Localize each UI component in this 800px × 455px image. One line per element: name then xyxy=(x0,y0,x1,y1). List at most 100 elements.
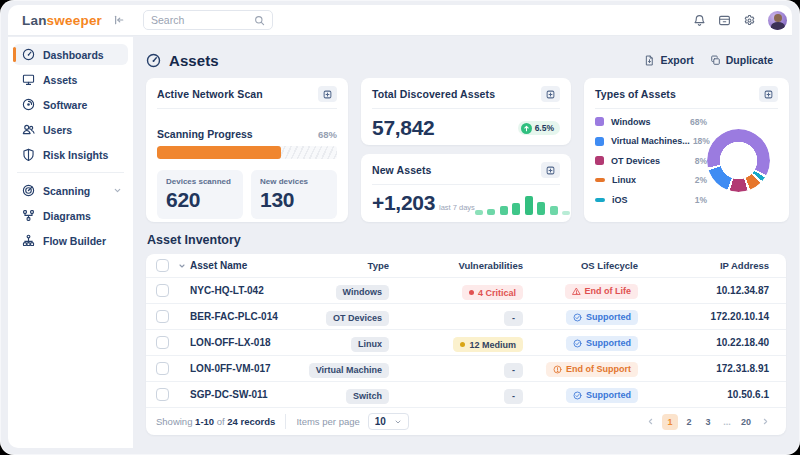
widget-add-icon xyxy=(546,90,555,99)
sidebar-item-flow-builder[interactable]: Flow Builder xyxy=(13,230,128,251)
severity-dot xyxy=(469,290,474,295)
arrow-up-icon xyxy=(521,123,532,134)
table-row[interactable]: BER-FAC-PLC-014OT Devices-Supported172.2… xyxy=(146,303,786,329)
next-page-button[interactable] xyxy=(757,417,774,426)
widget-add-icon xyxy=(546,166,555,175)
topbar: Lansweeper Search xyxy=(8,5,792,36)
mini-bar xyxy=(500,206,508,215)
type-badge: OT Devices xyxy=(326,311,389,326)
ip-address: 10.50.6.1 xyxy=(638,389,769,400)
legend-item: Virtual Machines...18% xyxy=(595,136,707,146)
select-all-checkbox[interactable] xyxy=(156,259,169,272)
row-checkbox[interactable] xyxy=(156,362,169,375)
sidebar-divider xyxy=(17,172,124,173)
legend-swatch xyxy=(595,156,604,165)
export-button[interactable]: Export xyxy=(644,54,693,66)
legend-item: Linux2% xyxy=(595,175,707,185)
check-circle-icon xyxy=(573,313,582,322)
severity-dot xyxy=(460,342,465,347)
row-checkbox[interactable] xyxy=(156,336,169,349)
row-checkbox[interactable] xyxy=(156,310,169,323)
page-title: Assets xyxy=(146,52,219,69)
mini-bar-chart xyxy=(475,193,571,215)
table-row[interactable]: LON-OFF-LX-018Linux12 MediumSupported10.… xyxy=(146,329,786,355)
asset-name: NYC-HQ-LT-042 xyxy=(178,285,298,296)
mini-bar xyxy=(537,202,545,215)
ip-address: 172.20.10.14 xyxy=(638,311,769,322)
radar-icon xyxy=(22,184,35,197)
table-row[interactable]: SGP-DC-SW-011Switch-Supported10.50.6.1 xyxy=(146,381,786,407)
page-button[interactable]: 20 xyxy=(738,414,754,430)
sidebar-item-scanning[interactable]: Scanning xyxy=(13,180,128,201)
page-size-select[interactable]: 10 xyxy=(368,413,409,430)
search-input[interactable]: Search xyxy=(143,10,273,30)
type-badge: Switch xyxy=(346,389,389,404)
vulnerability-badge: - xyxy=(504,389,523,404)
new-devices-stat: New devices 130 xyxy=(251,170,337,219)
sidebar-item-software[interactable]: Software xyxy=(13,94,128,115)
sidebar-item-assets[interactable]: Assets xyxy=(13,69,128,90)
legend-swatch xyxy=(595,137,604,146)
scan-progress-bar xyxy=(157,146,337,159)
table-row[interactable]: LON-0FF-VM-017Virtual Machine-End of Sup… xyxy=(146,355,786,381)
sidebar-item-users[interactable]: Users xyxy=(13,119,128,140)
table-body: NYC-HQ-LT-042Windows4 CriticalEnd of Lif… xyxy=(146,277,786,407)
row-checkbox[interactable] xyxy=(156,388,169,401)
monitor-icon xyxy=(22,73,35,86)
page-button[interactable]: 2 xyxy=(681,414,697,430)
table-row[interactable]: NYC-HQ-LT-042Windows4 CriticalEnd of Lif… xyxy=(146,277,786,303)
archive-icon[interactable] xyxy=(718,14,731,27)
legend-swatch xyxy=(595,117,604,126)
sidebar: Dashboards Assets Software Users Risk In… xyxy=(8,37,133,448)
settings-gear-icon[interactable] xyxy=(743,14,756,27)
progress-label: Scanning Progress xyxy=(157,128,253,140)
check-circle-icon xyxy=(573,339,582,348)
duplicate-button[interactable]: Duplicate xyxy=(710,54,773,66)
export-file-icon xyxy=(644,55,655,66)
chevron-down-icon xyxy=(113,185,122,197)
type-badge: Linux xyxy=(351,337,389,352)
card-title: Total Discovered Assets xyxy=(372,88,495,100)
notifications-bell-icon[interactable] xyxy=(693,14,706,27)
search-icon xyxy=(254,15,265,26)
table-header-row: Asset Name Type Vulnerabilities OS Lifec… xyxy=(146,254,786,277)
widget-add-button[interactable] xyxy=(541,86,560,102)
search-placeholder: Search xyxy=(151,14,254,26)
alert-circle-icon xyxy=(553,365,562,374)
widget-add-button[interactable] xyxy=(759,86,778,102)
mini-bar xyxy=(550,206,558,215)
sidebar-item-risk-insights[interactable]: Risk Insights xyxy=(13,144,128,165)
card-title: Types of Assets xyxy=(595,88,676,100)
types-of-assets-card: Types of Assets Windows68%Virtual Machin… xyxy=(584,78,789,222)
sidebar-item-diagrams[interactable]: Diagrams xyxy=(13,205,128,226)
widget-add-button[interactable] xyxy=(318,86,337,102)
widget-add-button[interactable] xyxy=(541,162,560,178)
active-network-scan-card: Active Network Scan Scanning Progress 68… xyxy=(146,78,348,222)
table-footer: Showing 1-10 of 24 records Items per pag… xyxy=(146,407,786,435)
sidebar-collapse-icon[interactable] xyxy=(113,14,125,26)
ip-address: 10.22.18.40 xyxy=(638,337,769,348)
mini-bar xyxy=(525,196,533,215)
page-button[interactable]: 1 xyxy=(662,414,678,430)
asset-inventory-table: Asset Name Type Vulnerabilities OS Lifec… xyxy=(146,254,786,435)
lifecycle-badge: Supported xyxy=(566,388,638,403)
duplicate-copy-icon xyxy=(710,55,721,66)
ip-address: 10.12.34.87 xyxy=(638,285,769,296)
prev-page-button[interactable] xyxy=(642,417,659,426)
progress-percent: 68% xyxy=(318,129,337,140)
user-avatar[interactable] xyxy=(768,11,787,30)
sidebar-item-dashboards[interactable]: Dashboards xyxy=(13,44,128,65)
app-window: Lansweeper Search Dashboards xyxy=(0,0,800,455)
pagination: 123...20 xyxy=(642,414,774,430)
scan-progress-fill xyxy=(157,146,281,159)
lifecycle-badge: End of Support xyxy=(546,362,638,377)
pagination-ellipsis: ... xyxy=(719,414,735,430)
widget-add-icon xyxy=(764,90,773,99)
assets-gauge-icon xyxy=(146,53,161,68)
vulnerability-badge: - xyxy=(504,311,523,326)
items-per-page-label: Items per page xyxy=(296,416,359,427)
page-button[interactable]: 3 xyxy=(700,414,716,430)
row-checkbox[interactable] xyxy=(156,284,169,297)
mini-bar xyxy=(512,203,520,215)
sort-chevron-icon[interactable] xyxy=(178,262,186,270)
